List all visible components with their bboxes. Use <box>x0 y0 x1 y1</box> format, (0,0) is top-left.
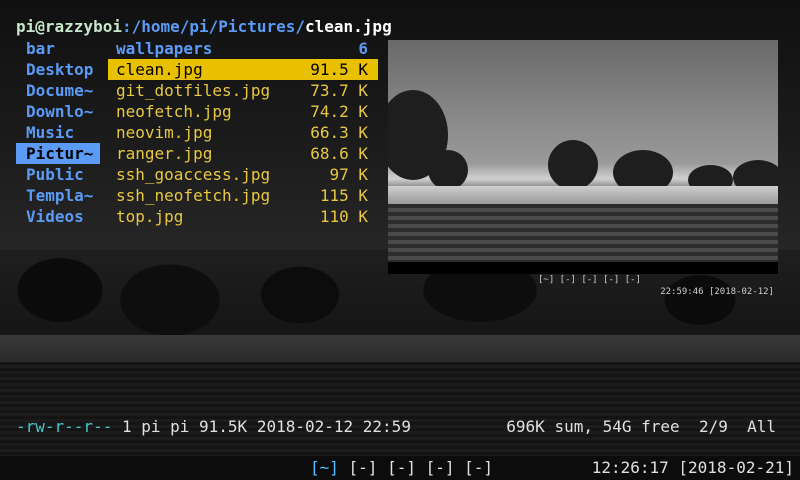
file-size: 68.6 K <box>310 144 368 163</box>
file-name: ssh_goaccess.jpg <box>116 165 271 184</box>
current-path: :/home/pi/Pictures/ <box>121 17 305 36</box>
parent-dir-item[interactable]: Videos <box>16 206 100 227</box>
tmux-windows[interactable]: [-] [-] [-] [-] <box>339 458 494 477</box>
file-row-directory[interactable]: wallpapers 6 <box>108 38 378 59</box>
file-name: ranger.jpg <box>116 144 213 163</box>
tmux-clock: 12:26:17 [2018-02-21] <box>591 458 794 477</box>
file-size: 110 K <box>319 207 368 226</box>
file-name: wallpapers <box>116 39 213 58</box>
current-file: clean.jpg <box>305 17 392 36</box>
file-size: 6 <box>358 39 368 58</box>
preview-tree <box>548 140 598 190</box>
file-row[interactable]: git_dotfiles.jpg 73.7 K <box>108 80 378 101</box>
file-details: 1 pi pi 91.5K 2018-02-12 22:59 <box>112 417 411 436</box>
preview-tmux-status: [~] [-] [-] [-] [-] 22:59:46 [2018-02-12… <box>388 262 778 297</box>
file-row[interactable]: top.jpg 110 K <box>108 206 378 227</box>
tmux-active-window[interactable]: [~] <box>310 458 339 477</box>
tmux-status-bar: [~] [-] [-] [-] [-] 12:26:17 [2018-02-21… <box>0 456 800 480</box>
file-row[interactable]: ssh_neofetch.jpg 115 K <box>108 185 378 206</box>
parent-dir-item-selected[interactable]: Pictur~ <box>16 143 100 164</box>
file-name: ssh_neofetch.jpg <box>116 186 271 205</box>
parent-dir-item[interactable]: Desktop <box>16 59 100 80</box>
parent-dir-item[interactable]: Downlo~ <box>16 101 100 122</box>
preview-tmux-clock: 22:59:46 [2018-02-12] <box>660 287 774 297</box>
file-name: clean.jpg <box>116 60 203 79</box>
file-size: 74.2 K <box>310 102 368 121</box>
file-size: 91.5 K <box>310 60 368 79</box>
parent-dir-item[interactable]: Public <box>16 164 100 185</box>
parent-directory-column: bar Desktop Docume~ Downlo~ Music Pictur… <box>16 38 100 227</box>
file-row[interactable]: ssh_goaccess.jpg 97 K <box>108 164 378 185</box>
preview-tmux-windows: [~] [-] [-] [-] [-] <box>538 275 641 285</box>
preview-tree <box>428 150 468 190</box>
file-row[interactable]: ranger.jpg 68.6 K <box>108 143 378 164</box>
file-info-line: -rw-r--r-- 1 pi pi 91.5K 2018-02-12 22:5… <box>16 416 411 437</box>
current-directory-column: wallpapers 6 clean.jpg 91.5 K git_dotfiles… <box>108 38 378 227</box>
parent-dir-item[interactable]: Music <box>16 122 100 143</box>
parent-dir-item[interactable]: bar <box>16 38 100 59</box>
directory-summary: 696K sum, 54G free 2/9 All <box>506 417 776 436</box>
parent-dir-item[interactable]: Templa~ <box>16 185 100 206</box>
user-host: pi@razzyboi <box>16 17 122 36</box>
wallpaper-shore <box>0 335 800 363</box>
file-row[interactable]: neovim.jpg 66.3 K <box>108 122 378 143</box>
file-size: 97 K <box>329 165 368 184</box>
tmux-window-list: [~] [-] [-] [-] [-] <box>310 456 493 480</box>
parent-dir-item[interactable]: Docume~ <box>16 80 100 101</box>
ranger-title-bar: pi@razzyboi:/home/pi/Pictures/clean.jpg <box>16 16 392 37</box>
wallpaper-water <box>0 362 800 462</box>
file-size: 73.7 K <box>310 81 368 100</box>
file-row-selected[interactable]: clean.jpg 91.5 K <box>108 59 378 80</box>
file-permissions: -rw-r--r-- <box>16 417 113 436</box>
file-name: neovim.jpg <box>116 123 213 142</box>
file-name: git_dotfiles.jpg <box>116 81 271 100</box>
file-size: 66.3 K <box>310 123 368 142</box>
file-name: neofetch.jpg <box>116 102 232 121</box>
file-size: 115 K <box>319 186 368 205</box>
file-row[interactable]: neofetch.jpg 74.2 K <box>108 101 378 122</box>
file-name: top.jpg <box>116 207 184 226</box>
preview-water <box>388 204 778 264</box>
preview-ground <box>388 186 778 204</box>
image-preview <box>388 40 778 264</box>
